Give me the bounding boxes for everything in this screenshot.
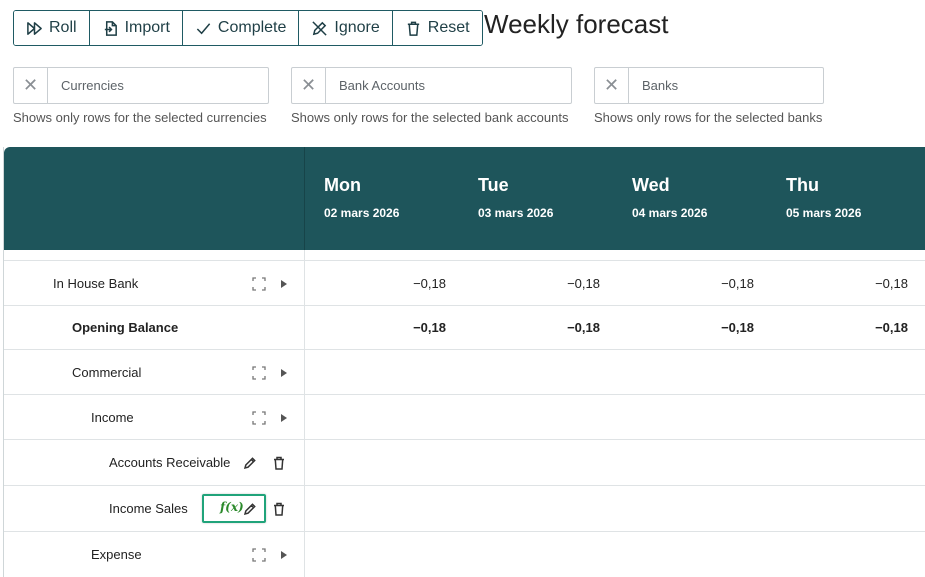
value-cell[interactable]: −0,18 — [614, 261, 754, 305]
currencies-input[interactable] — [48, 68, 268, 103]
row-label: In House Bank — [53, 275, 139, 291]
table-row: In House Bank −0,18 −0,18 −0,18 −0,18 — [4, 261, 925, 306]
roll-button[interactable]: Roll — [14, 11, 90, 45]
fast-forward-icon — [27, 21, 42, 35]
roll-label: Roll — [49, 19, 77, 36]
day-date: 05 mars 2026 — [786, 206, 862, 220]
column-header-mon: Mon 02 mars 2026 — [324, 175, 399, 220]
pencil-off-icon — [312, 20, 328, 36]
trash-icon — [407, 21, 419, 36]
value-cell[interactable]: −0,18 — [460, 306, 600, 349]
expand-icon[interactable] — [251, 547, 267, 563]
expand-icon[interactable] — [251, 365, 267, 381]
table-row: Income Sales f(x) — [4, 486, 925, 532]
value-cell[interactable]: −0,18 — [306, 306, 446, 349]
row-label: Accounts Receivable — [109, 455, 231, 470]
value-cell[interactable]: −0,18 — [768, 261, 908, 305]
row-label: Expense — [91, 547, 142, 562]
trash-icon[interactable] — [271, 455, 287, 471]
expand-icon[interactable] — [251, 410, 267, 426]
bank-accounts-filter: ✕ Shows only rows for the selected bank … — [291, 67, 572, 125]
day-date: 03 mars 2026 — [478, 206, 554, 220]
row-label: Income — [91, 409, 134, 425]
column-header-thu: Thu 05 mars 2026 — [786, 175, 861, 220]
page-title: Weekly forecast — [484, 9, 669, 39]
row-label: Opening Balance — [72, 320, 179, 335]
column-divider — [304, 532, 305, 577]
banks-select[interactable]: ✕ — [594, 67, 824, 104]
forecast-grid: Mon 02 mars 2026 Tue 03 mars 2026 Wed 04… — [3, 147, 925, 577]
column-divider — [304, 261, 305, 305]
table-row: Expense — [4, 532, 925, 577]
column-divider — [304, 440, 305, 485]
complete-button[interactable]: Complete — [182, 11, 300, 45]
caret-right-icon[interactable] — [276, 410, 292, 426]
formula-icon[interactable]: f(x) — [220, 500, 244, 514]
currencies-help-text: Shows only rows for the selected currenc… — [13, 110, 267, 125]
table-row: Opening Balance −0,18 −0,18 −0,18 −0,18 — [4, 306, 925, 350]
file-import-icon — [104, 20, 117, 36]
reset-label: Reset — [427, 19, 470, 36]
row-label: Income Sales — [109, 501, 188, 516]
bank-accounts-input[interactable] — [326, 68, 571, 103]
day-name: Mon — [324, 175, 361, 195]
banks-input[interactable] — [629, 68, 823, 103]
column-divider — [304, 306, 305, 349]
value-cell[interactable]: −0,18 — [768, 306, 908, 349]
ignore-button[interactable]: Ignore — [299, 11, 393, 45]
expand-icon[interactable] — [251, 276, 267, 292]
pencil-icon[interactable] — [242, 455, 258, 471]
day-name: Tue — [478, 175, 509, 195]
day-date: 02 mars 2026 — [324, 206, 400, 220]
header-spacer-row — [4, 250, 925, 261]
row-label: Commercial — [72, 364, 142, 380]
caret-right-icon[interactable] — [276, 365, 292, 381]
complete-label: Complete — [217, 19, 287, 36]
value-cell[interactable]: −0,18 — [614, 306, 754, 349]
day-name: Thu — [786, 175, 819, 195]
currencies-filter: ✕ Shows only rows for the selected curre… — [13, 67, 269, 125]
banks-help-text: Shows only rows for the selected banks — [594, 110, 823, 125]
clear-currencies-icon[interactable]: ✕ — [14, 68, 48, 103]
column-divider — [304, 350, 305, 394]
table-row: Commercial — [4, 350, 925, 395]
caret-right-icon[interactable] — [276, 547, 292, 563]
table-row: Income — [4, 395, 925, 440]
clear-bank-accounts-icon[interactable]: ✕ — [292, 68, 326, 103]
currencies-select[interactable]: ✕ — [13, 67, 269, 104]
pencil-icon[interactable] — [242, 501, 258, 517]
clear-banks-icon[interactable]: ✕ — [595, 68, 629, 103]
reset-button[interactable]: Reset — [392, 11, 482, 45]
check-icon — [196, 22, 211, 34]
banks-filter: ✕ Shows only rows for the selected banks — [594, 67, 824, 125]
ignore-label: Ignore — [334, 19, 380, 36]
column-header-wed: Wed 04 mars 2026 — [632, 175, 707, 220]
table-row: Accounts Receivable — [4, 440, 925, 486]
bank-accounts-select[interactable]: ✕ — [291, 67, 572, 104]
grid-header: Mon 02 mars 2026 Tue 03 mars 2026 Wed 04… — [4, 147, 925, 250]
column-header-tue: Tue 03 mars 2026 — [478, 175, 553, 220]
caret-right-icon[interactable] — [276, 276, 292, 292]
toolbar: Roll Import Complete Ignore Reset — [13, 10, 483, 46]
day-date: 04 mars 2026 — [632, 206, 708, 220]
column-divider — [304, 250, 305, 260]
bank-accounts-help-text: Shows only rows for the selected bank ac… — [291, 110, 569, 125]
column-divider — [304, 395, 305, 439]
import-button[interactable]: Import — [89, 11, 183, 45]
value-cell[interactable]: −0,18 — [306, 261, 446, 305]
import-label: Import — [124, 19, 170, 36]
day-name: Wed — [632, 175, 670, 195]
trash-icon[interactable] — [271, 501, 287, 517]
column-divider — [304, 486, 305, 531]
value-cell[interactable]: −0,18 — [460, 261, 600, 305]
header-divider — [304, 147, 305, 250]
